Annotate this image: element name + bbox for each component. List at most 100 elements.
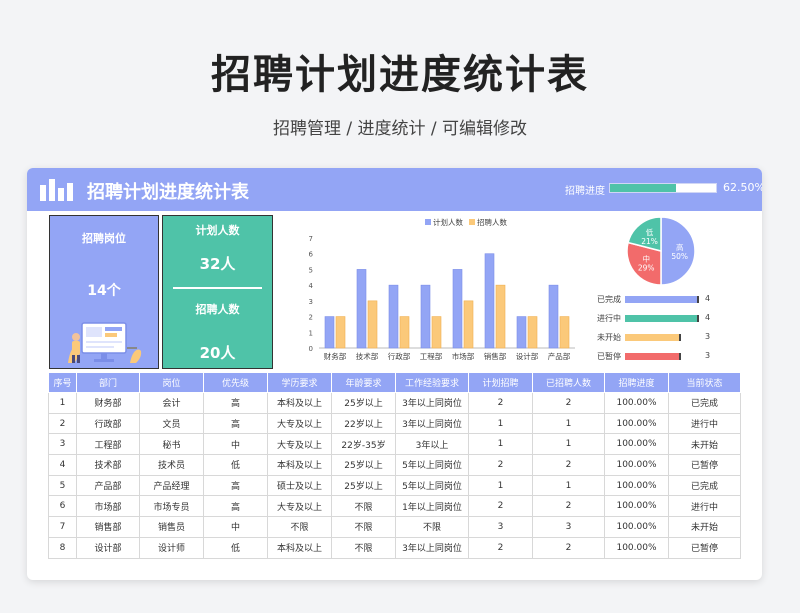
table-cell: 25岁以上 (331, 474, 396, 497)
department-bar-chart: 0 1 2 3 4 5 6 7 财务部 技术部 行政部 工程部 市场部 销售部 设计部 产品部 计划人数 招聘人数 (309, 217, 575, 361)
y-tick-label: 1 (309, 329, 313, 337)
bar-hired (399, 316, 410, 349)
table-cell: 文员 (139, 412, 204, 435)
table-cell: 不限 (331, 516, 396, 538)
table-cell: 25岁以上 (331, 454, 396, 476)
legend-swatch (469, 219, 475, 225)
column-header: 已招聘人数 (532, 372, 605, 393)
planned-label: 计划人数 (195, 224, 240, 237)
table-cell: 3 (48, 433, 77, 456)
table-cell: 大专及以上 (267, 495, 332, 518)
table-cell: 低 (203, 536, 268, 559)
bar-hired (431, 316, 442, 349)
status-value: 4 (705, 294, 711, 303)
pie-label: 中 (642, 253, 650, 263)
status-value: 3 (705, 351, 711, 360)
table-cell: 产品部 (76, 474, 140, 497)
pie-percent: 21% (641, 237, 658, 246)
table-cell: 已暂停 (668, 454, 741, 476)
pie-percent: 29% (638, 263, 655, 272)
office-illustration-icon (68, 322, 142, 363)
bar-planned (452, 269, 463, 349)
bar-planned (420, 284, 431, 349)
table-cell: 4 (48, 454, 77, 476)
table-cell: 工程部 (76, 433, 140, 456)
table-cell: 6 (48, 495, 77, 518)
y-tick-label: 5 (309, 266, 313, 274)
page-title: 招聘计划进度统计表 (211, 52, 589, 98)
progress-label: 招聘进度 (565, 186, 605, 197)
status-label: 未开始 (597, 333, 621, 342)
table-cell: 100.00% (604, 412, 669, 435)
status-label: 已暂停 (597, 352, 621, 361)
table-cell: 未开始 (668, 433, 741, 456)
table-cell: 技术部 (76, 454, 140, 476)
priority-pie-chart: 高50% 中29% 低21% (626, 216, 696, 286)
status-bar (625, 334, 681, 341)
table-cell: 设计部 (76, 536, 140, 559)
table-cell: 3年以上同岗位 (395, 536, 469, 559)
x-tick-label: 技术部 (356, 351, 379, 361)
pie-label: 低 (646, 227, 654, 237)
table-row: 8 设计部 设计师低本科及以上 不限 3年以上同岗位 2 2 100.00% 已暂停 (48, 536, 741, 559)
table-cell: 1 (468, 433, 533, 456)
table-cell: 2 (468, 536, 533, 559)
column-header: 计划招聘 (468, 372, 533, 393)
progress-fill (610, 184, 677, 192)
y-tick-label: 6 (309, 251, 314, 259)
column-header: 岗位 (139, 372, 204, 393)
planned-value: 32人 (199, 255, 236, 273)
table-cell: 100.00% (604, 433, 669, 456)
table-row: 1 财务部 会计高本科及以上 25岁以上 3年以上同岗位 2 2 100.00% 已完成 (48, 392, 741, 414)
table-cell: 本科及以上 (267, 392, 332, 414)
table-cell: 已完成 (668, 392, 741, 414)
pie-percent: 50% (671, 252, 688, 261)
bar-hired (335, 316, 346, 349)
table-cell: 22岁以上 (331, 412, 396, 435)
table-cell: 未开始 (668, 516, 741, 538)
bar-hired (527, 316, 538, 349)
bar-planned (516, 316, 527, 349)
table-cell: 100.00% (604, 495, 669, 518)
report-card: 招聘计划进度统计表 招聘进度 62.50% 招聘岗位 14个 计划人数 32人 … (27, 168, 762, 580)
table-cell: 设计师 (139, 536, 204, 559)
table-cell: 3年以上 (395, 433, 469, 456)
x-tick-label: 工程部 (420, 351, 443, 361)
x-tick-label: 销售部 (484, 351, 507, 361)
column-header: 当前状态 (668, 372, 741, 393)
table-cell: 2 (532, 392, 605, 414)
table-cell: 高 (203, 412, 268, 435)
legend-swatch (425, 219, 431, 225)
status-row: 已完成 4 (597, 294, 757, 306)
bar-hired (495, 284, 506, 349)
table-cell: 销售部 (76, 516, 140, 538)
table-cell: 2 (48, 412, 77, 435)
table-cell: 2 (468, 392, 533, 414)
x-tick-label: 设计部 (516, 351, 539, 361)
table-cell: 1 (468, 474, 533, 497)
table-cell: 销售员 (139, 516, 204, 538)
recruitment-table: 序号 部门 岗位 优先级 学历要求 年龄要求 工作经验要求 计划招聘 已招聘人数 招聘进度 当前状态… (48, 372, 741, 559)
table-cell: 5年以上同岗位 (395, 454, 469, 476)
table-cell: 大专及以上 (267, 433, 332, 456)
positions-value: 14个 (87, 283, 121, 299)
bar-planned (548, 284, 559, 349)
column-header: 部门 (76, 372, 140, 393)
bar-planned (324, 316, 335, 349)
table-cell: 100.00% (604, 392, 669, 414)
table-cell: 产品经理 (139, 474, 204, 497)
table-cell: 2 (532, 495, 605, 518)
table-cell: 1 (532, 433, 605, 456)
table-cell: 3年以上同岗位 (395, 392, 469, 414)
progress-percent: 62.50% (723, 181, 762, 194)
column-header: 工作经验要求 (395, 372, 469, 393)
card-header: 招聘计划进度统计表 招聘进度 62.50% (27, 168, 762, 211)
y-tick-label: 4 (309, 282, 314, 290)
table-cell: 会计 (139, 392, 204, 414)
bar-hired (463, 300, 474, 349)
column-header: 序号 (48, 372, 77, 393)
table-cell: 高 (203, 474, 268, 497)
table-body: 1 财务部 会计高本科及以上 25岁以上 3年以上同岗位 2 2 100.00% 已完成 2 行政部… (48, 392, 741, 559)
headcount-summary: 计划人数 32人 招聘人数 20人 (162, 215, 273, 369)
table-cell: 进行中 (668, 412, 741, 435)
